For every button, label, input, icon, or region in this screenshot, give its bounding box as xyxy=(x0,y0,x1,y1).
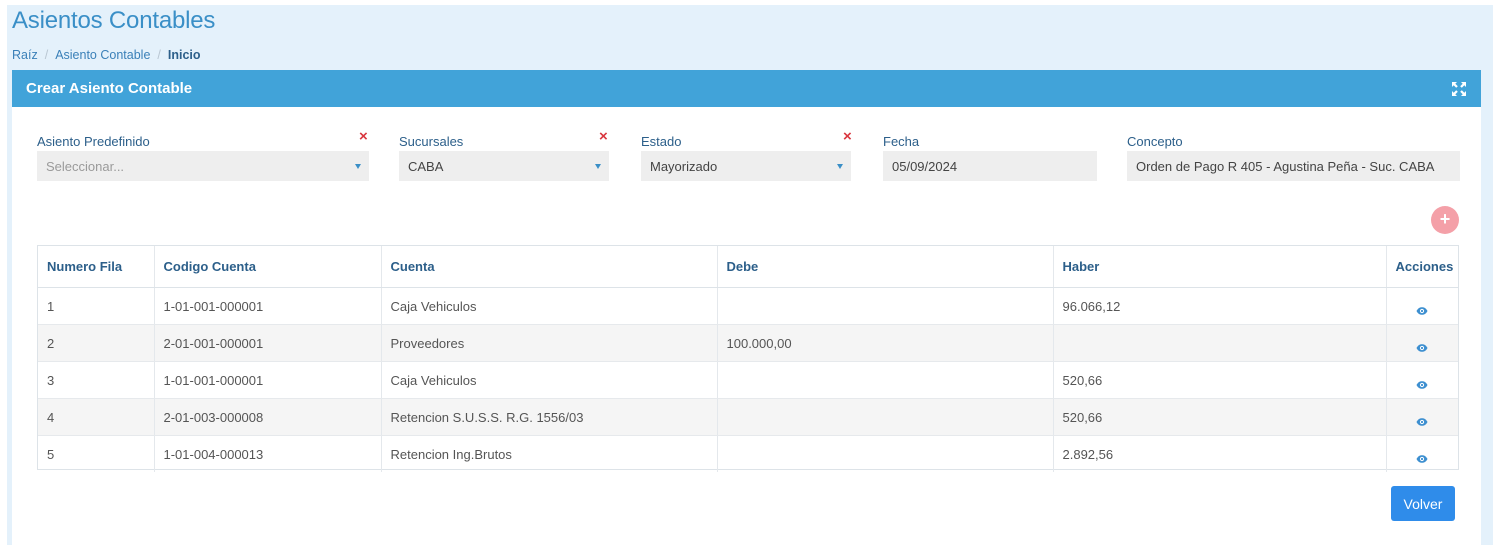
chevron-down-icon xyxy=(837,164,843,169)
cell-cuenta: Caja Vehiculos xyxy=(381,361,718,399)
cell-debe xyxy=(717,361,1054,399)
table-row: 1 1-01-001-000001 Caja Vehiculos 96.066,12 xyxy=(38,287,1458,325)
sucursales-clear-icon[interactable]: × xyxy=(599,128,608,145)
cell-numero-fila: 2 xyxy=(38,324,155,362)
asiento-predefinido-clear-icon[interactable]: × xyxy=(359,128,368,145)
cell-acciones xyxy=(1386,398,1458,436)
cell-debe: 100.000,00 xyxy=(717,324,1054,362)
cell-debe xyxy=(717,435,1054,472)
cell-codigo-cuenta: 2-01-001-000001 xyxy=(154,324,382,362)
breadcrumb-separator: / xyxy=(44,48,49,62)
cell-numero-fila: 3 xyxy=(38,361,155,399)
estado-select[interactable]: Mayorizado xyxy=(641,151,851,181)
cell-numero-fila: 4 xyxy=(38,398,155,436)
fecha-label: Fecha xyxy=(883,134,920,149)
fecha-input[interactable]: 05/09/2024 xyxy=(883,151,1097,181)
cell-debe xyxy=(717,398,1054,436)
add-row-button[interactable]: + xyxy=(1431,206,1459,234)
cell-codigo-cuenta: 1-01-004-000013 xyxy=(154,435,382,472)
breadcrumb-current: Inicio xyxy=(167,48,201,62)
cell-acciones xyxy=(1386,324,1458,362)
cell-numero-fila: 5 xyxy=(38,435,155,472)
estado-label: Estado xyxy=(641,134,682,149)
cell-codigo-cuenta: 2-01-003-000008 xyxy=(154,398,382,436)
concepto-input[interactable]: Orden de Pago R 405 - Agustina Peña - Su… xyxy=(1127,151,1460,181)
table-row: 4 2-01-003-000008 Retencion S.U.S.S. R.G. … xyxy=(38,398,1458,436)
estado-clear-icon[interactable]: × xyxy=(843,128,852,145)
table-row: 3 1-01-001-000001 Caja Vehiculos 520,66 xyxy=(38,361,1458,399)
eye-icon[interactable] xyxy=(1416,451,1428,463)
table-row: 5 1-01-004-000013 Retencion Ing.Brutos 2.89… xyxy=(38,435,1458,473)
table-row: 2 2-01-001-000001 Proveedores 100.000,00 xyxy=(38,324,1458,362)
cell-haber xyxy=(1053,324,1387,362)
col-header-debe[interactable]: Debe xyxy=(717,246,1054,288)
eye-icon[interactable] xyxy=(1416,340,1428,352)
asiento-lines-table: Numero Fila Codigo Cuenta Cuenta Debe Ha… xyxy=(37,245,1459,473)
cell-cuenta: Proveedores xyxy=(381,324,718,362)
cell-debe xyxy=(717,287,1054,325)
cell-haber: 96.066,12 xyxy=(1053,287,1387,325)
chevron-down-icon xyxy=(595,164,601,169)
volver-button[interactable]: Volver xyxy=(1391,486,1455,521)
cell-haber: 2.892,56 xyxy=(1053,435,1387,472)
eye-icon[interactable] xyxy=(1416,414,1428,426)
breadcrumb-root[interactable]: Raíz xyxy=(12,48,38,62)
asiento-predefinido-label: Asiento Predefinido xyxy=(37,134,150,149)
col-header-haber[interactable]: Haber xyxy=(1053,246,1387,288)
cell-numero-fila: 1 xyxy=(38,287,155,325)
col-header-acciones: Acciones xyxy=(1386,246,1458,288)
eye-icon[interactable] xyxy=(1416,303,1428,315)
panel-header: Crear Asiento Contable xyxy=(12,70,1481,107)
cell-cuenta: Caja Vehiculos xyxy=(381,287,718,325)
expand-arrows-icon[interactable] xyxy=(1451,81,1467,97)
eye-icon[interactable] xyxy=(1416,377,1428,389)
sucursales-select[interactable]: CABA xyxy=(399,151,609,181)
col-header-cuenta[interactable]: Cuenta xyxy=(381,246,718,288)
cell-codigo-cuenta: 1-01-001-000001 xyxy=(154,287,382,325)
panel-title: Crear Asiento Contable xyxy=(26,80,193,97)
col-header-codigo-cuenta[interactable]: Codigo Cuenta xyxy=(154,246,382,288)
crear-asiento-panel: Crear Asiento Contable Asiento Predefini… xyxy=(12,70,1481,545)
breadcrumb-separator: / xyxy=(157,48,161,62)
cell-codigo-cuenta: 1-01-001-000001 xyxy=(154,361,382,399)
breadcrumb: Raíz / Asiento Contable / Inicio xyxy=(12,48,201,62)
cell-cuenta: Retencion Ing.Brutos xyxy=(381,435,718,472)
cell-haber: 520,66 xyxy=(1053,361,1387,399)
cell-acciones xyxy=(1386,436,1458,473)
asiento-predefinido-placeholder: Seleccionar... xyxy=(46,159,125,174)
sucursales-value: CABA xyxy=(408,159,444,174)
cell-haber: 520,66 xyxy=(1053,398,1387,436)
col-header-numero-fila[interactable]: Numero Fila xyxy=(38,246,155,288)
page-title: Asientos Contables xyxy=(12,7,216,34)
concepto-label: Concepto xyxy=(1127,134,1183,149)
sucursales-label: Sucursales xyxy=(399,134,464,149)
chevron-down-icon xyxy=(355,164,361,169)
estado-value: Mayorizado xyxy=(650,159,718,174)
asiento-predefinido-select[interactable]: Seleccionar... xyxy=(37,151,369,181)
cell-acciones xyxy=(1386,287,1458,325)
cell-cuenta: Retencion S.U.S.S. R.G. 1556/03 xyxy=(381,398,718,436)
table-header-row: Numero Fila Codigo Cuenta Cuenta Debe Ha… xyxy=(38,246,1458,288)
breadcrumb-asiento-contable[interactable]: Asiento Contable xyxy=(55,48,150,62)
cell-acciones xyxy=(1386,361,1458,399)
